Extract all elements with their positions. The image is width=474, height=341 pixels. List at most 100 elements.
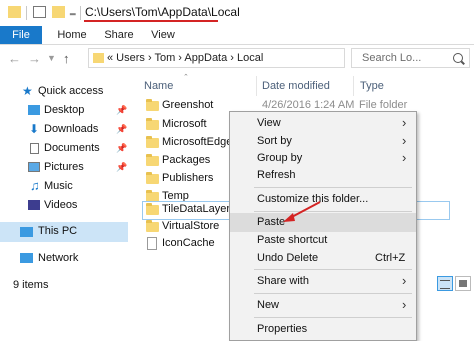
column-divider[interactable] <box>256 76 257 96</box>
folder-icon <box>146 203 159 215</box>
nav-item-quick-access[interactable]: ★ Quick access <box>0 82 128 101</box>
file-name: Greenshot <box>162 99 214 111</box>
ribbon-tabs: File Home Share View <box>0 26 474 45</box>
nav-label: Videos <box>44 199 78 211</box>
window-title: C:\Users\Tom\AppData\Local <box>85 5 240 19</box>
menu-separator <box>254 187 412 188</box>
title-bar: ‗ C:\Users\Tom\AppData\Local <box>0 0 474 26</box>
nav-item-videos[interactable]: Videos <box>0 196 128 215</box>
video-icon <box>28 200 40 210</box>
file-name: TileDataLayer <box>162 203 231 215</box>
sort-up-icon: ⌃ <box>183 74 189 81</box>
column-header-date[interactable]: Date modified <box>262 80 330 92</box>
column-divider[interactable] <box>353 76 354 96</box>
forward-arrow-icon[interactable]: → <box>28 51 41 66</box>
recent-locations-chevron-icon[interactable]: ▼ <box>47 53 56 63</box>
chevron-down-icon[interactable]: ‗ <box>70 5 76 16</box>
menu-item-properties[interactable]: Properties <box>230 320 416 339</box>
pin-icon[interactable]: 📌 <box>116 143 127 154</box>
nav-label: Desktop <box>44 104 85 116</box>
new-folder-icon[interactable] <box>52 6 65 18</box>
shortcut-label: Ctrl+Z <box>375 252 406 264</box>
nav-label: Music <box>44 180 73 192</box>
nav-item-network[interactable]: Network <box>0 249 128 268</box>
nav-item-pictures[interactable]: Pictures 📌 <box>0 158 128 177</box>
list-item[interactable]: Microsoft <box>142 116 240 135</box>
file-name: VirtualStore <box>162 220 220 232</box>
properties-check-icon[interactable] <box>33 6 46 18</box>
list-item[interactable]: Publishers <box>142 170 240 189</box>
menu-item-label: Undo Delete <box>257 252 319 264</box>
column-header-name[interactable]: Name <box>144 80 173 92</box>
list-item[interactable]: IconCache <box>142 235 240 254</box>
list-item[interactable]: Packages <box>142 152 240 171</box>
folder-icon <box>146 99 159 111</box>
list-item[interactable]: MicrosoftEdge <box>142 134 240 153</box>
folder-icon <box>146 172 159 184</box>
folder-icon <box>93 53 104 63</box>
menu-item-label: Sort by <box>257 135 292 147</box>
pin-icon[interactable]: 📌 <box>116 162 127 173</box>
context-menu: View › Sort by › Group by › Refresh Cust… <box>229 111 417 341</box>
arrow-head <box>283 213 295 222</box>
file-icon <box>147 237 157 250</box>
chevron-right-icon: › <box>402 150 407 165</box>
large-icons-view-icon[interactable] <box>455 276 471 291</box>
pin-icon[interactable]: 📌 <box>116 124 127 135</box>
tab-view[interactable]: View <box>148 26 178 44</box>
folder-icon <box>146 136 159 148</box>
menu-item-share-with[interactable]: Share with › <box>230 272 416 291</box>
up-arrow-icon[interactable]: ↑ <box>63 51 70 66</box>
menu-item-undo-delete[interactable]: Undo Delete Ctrl+Z <box>230 249 416 268</box>
file-name: IconCache <box>162 237 215 249</box>
desktop-icon <box>28 105 40 115</box>
nav-label: Documents <box>44 142 100 154</box>
folder-icon[interactable] <box>8 6 21 18</box>
file-name: Packages <box>162 154 211 166</box>
details-view-icon[interactable] <box>437 276 453 291</box>
nav-item-music[interactable]: ♫ Music <box>0 177 128 196</box>
tab-share[interactable]: Share <box>102 26 136 44</box>
column-header-type[interactable]: Type <box>360 80 384 92</box>
address-box[interactable]: « Users › Tom › AppData › Local <box>88 48 345 68</box>
nav-item-downloads[interactable]: ⬇ Downloads 📌 <box>0 120 128 139</box>
menu-item-label: Refresh <box>257 169 296 181</box>
search-input[interactable]: Search Lo... <box>362 52 421 64</box>
document-icon <box>30 143 39 154</box>
chevron-right-icon: › <box>402 115 407 130</box>
computer-icon <box>20 227 33 237</box>
menu-item-refresh[interactable]: Refresh <box>230 166 416 185</box>
menu-item-paste-shortcut[interactable]: Paste shortcut <box>230 231 416 250</box>
separator <box>80 6 81 20</box>
separator <box>26 6 27 20</box>
download-arrow-icon: ⬇ <box>29 122 40 136</box>
nav-label: Downloads <box>44 123 99 135</box>
tab-home[interactable]: Home <box>55 26 89 44</box>
tiles-icon <box>459 280 467 287</box>
search-icon[interactable] <box>453 53 463 63</box>
folder-icon <box>146 118 159 130</box>
search-box[interactable]: Search Lo... <box>351 48 470 68</box>
nav-item-documents[interactable]: Documents 📌 <box>0 139 128 158</box>
nav-item-desktop[interactable]: Desktop 📌 <box>0 101 128 120</box>
menu-item-label: Properties <box>257 323 308 335</box>
details-lines-icon <box>440 280 450 289</box>
red-underline-annotation <box>84 20 218 22</box>
folder-icon <box>146 220 159 232</box>
menu-item-label: Group by <box>257 152 303 164</box>
chevron-right-icon: › <box>402 133 407 148</box>
tab-file[interactable]: File <box>0 26 42 44</box>
pin-icon[interactable]: 📌 <box>116 105 127 116</box>
menu-item-new[interactable]: New › <box>230 296 416 315</box>
menu-item-label: Paste shortcut <box>257 234 328 246</box>
back-arrow-icon[interactable]: ← <box>8 51 21 66</box>
file-type: File folder <box>359 99 408 111</box>
chevron-right-icon: › <box>402 297 407 312</box>
breadcrumb[interactable]: « Users › Tom › AppData › Local <box>107 52 263 64</box>
file-name: Publishers <box>162 172 214 184</box>
menu-item-view[interactable]: View › <box>230 114 416 133</box>
nav-item-this-pc[interactable]: This PC <box>0 222 128 242</box>
file-date: 4/26/2016 1:24 AM <box>262 99 355 111</box>
nav-label: Pictures <box>44 161 84 173</box>
red-arrow-annotation <box>283 201 321 222</box>
